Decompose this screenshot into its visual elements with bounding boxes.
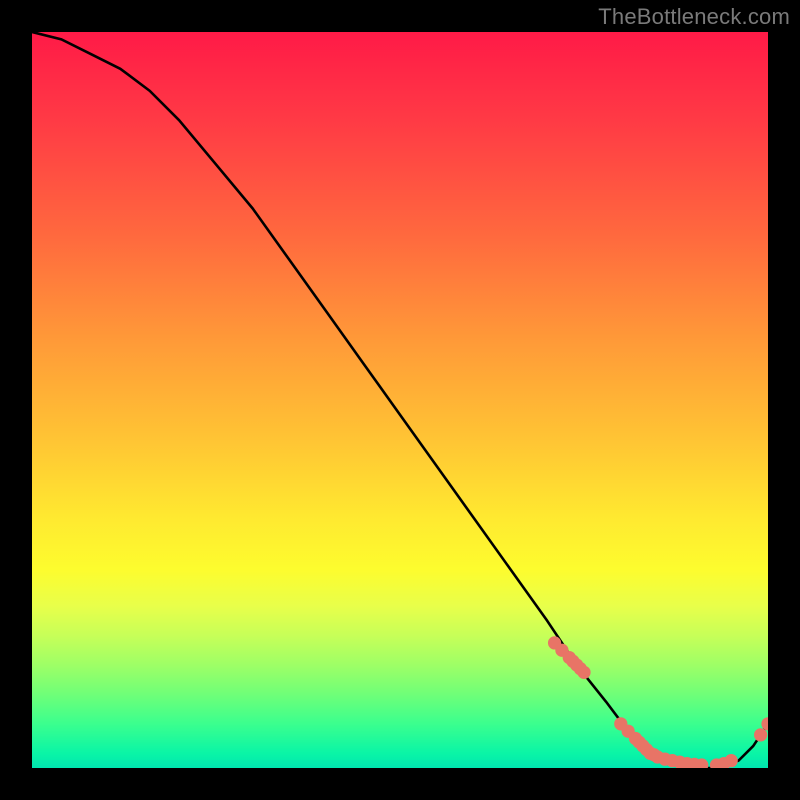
highlight-point [725,754,738,767]
highlight-point [577,666,590,679]
watermark-text: TheBottleneck.com [598,4,790,30]
chart-frame: TheBottleneck.com [0,0,800,800]
curve-layer [32,32,768,768]
highlight-point [754,728,767,741]
bottleneck-curve [32,32,768,768]
highlight-points-layer [548,636,768,768]
highlight-point [761,717,768,730]
chart-svg [32,32,768,768]
plot-area [32,32,768,768]
